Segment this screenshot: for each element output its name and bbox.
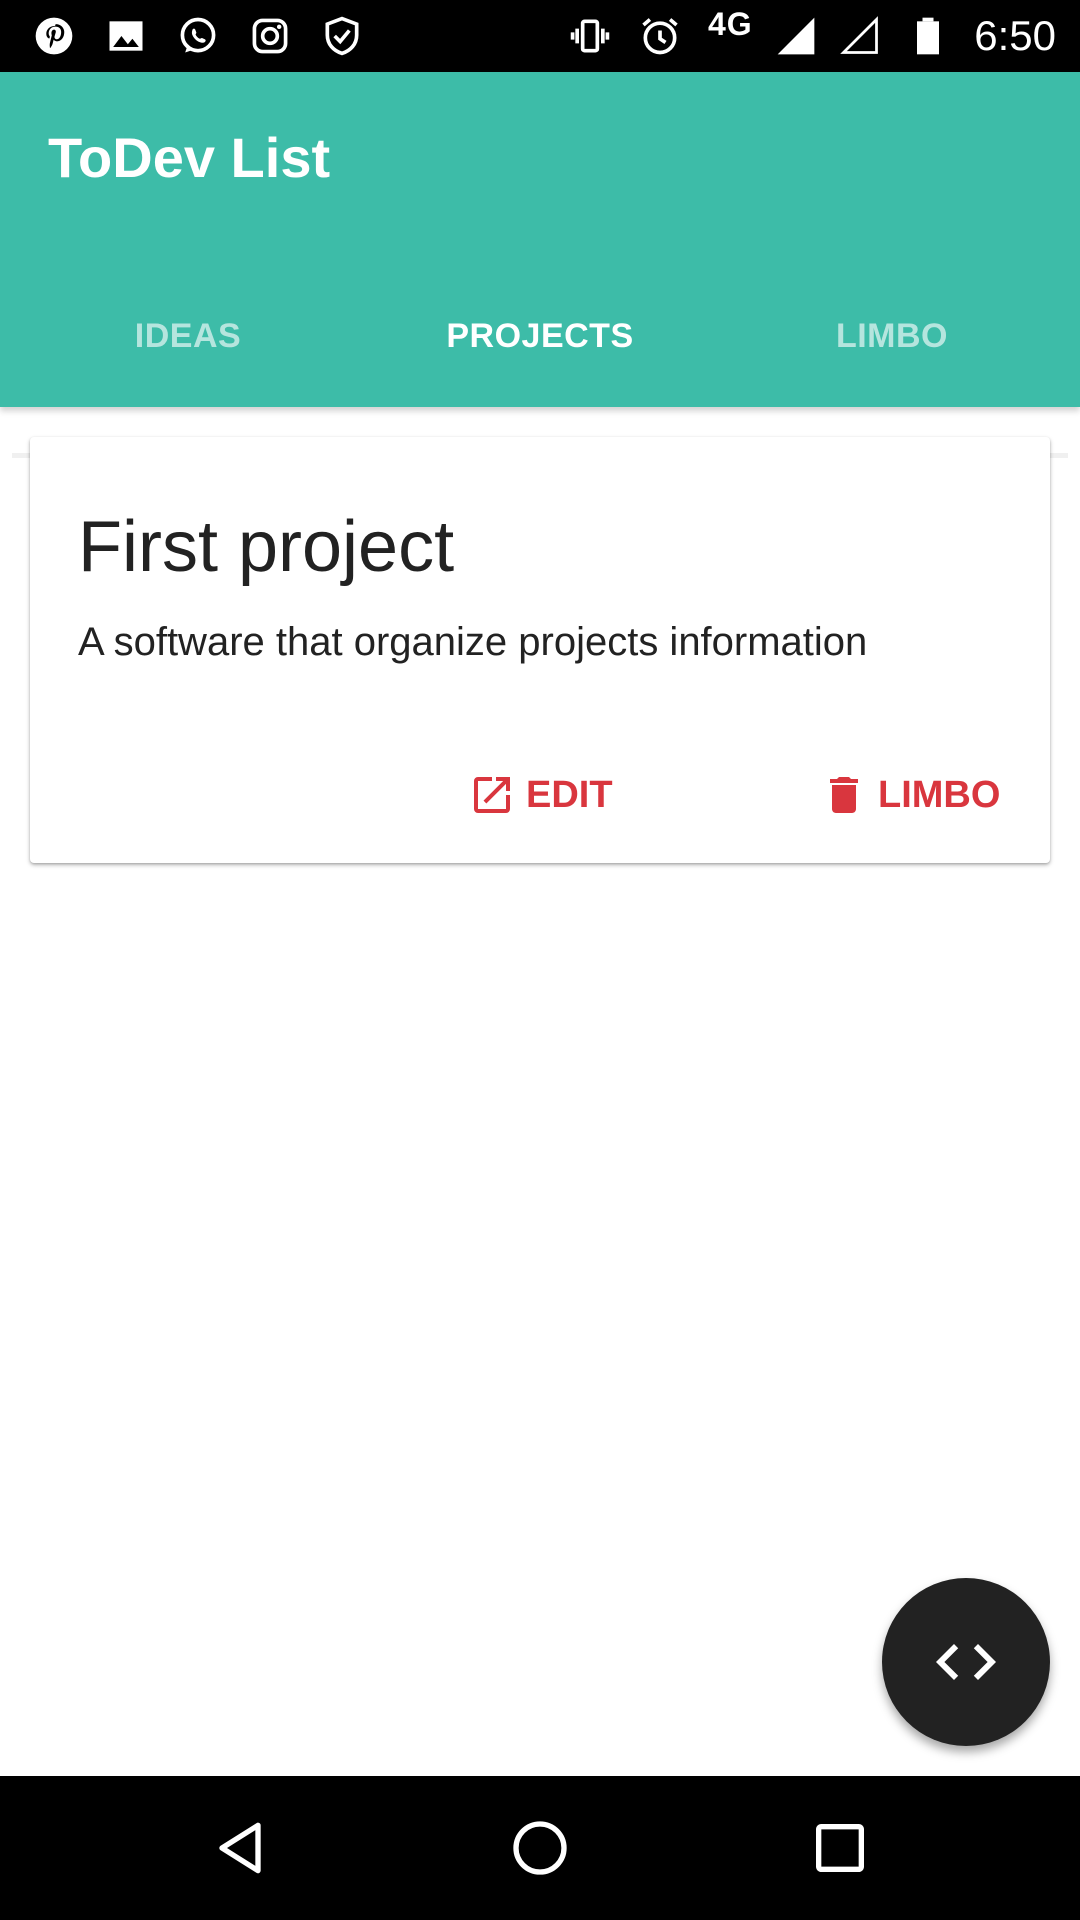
app-bar: ToDev List IDEAS PROJECTS LIMBO (0, 72, 1080, 458)
limbo-button[interactable]: LIMBO (820, 767, 1000, 823)
shield-check-icon (318, 12, 366, 60)
project-description: A software that organize projects inform… (78, 620, 868, 664)
signal-icon (772, 12, 820, 60)
whatsapp-icon (174, 12, 222, 60)
edit-button[interactable]: EDIT (468, 767, 613, 823)
pinterest-icon (30, 12, 78, 60)
open-in-new-icon (474, 777, 510, 813)
tab-projects[interactable]: PROJECTS (364, 287, 716, 385)
edit-button-label: EDIT (526, 773, 613, 816)
trash-icon (830, 777, 858, 813)
home-button[interactable] (504, 1812, 576, 1884)
battery-icon (904, 12, 952, 60)
recents-square-icon (816, 1824, 864, 1872)
tab-ideas[interactable]: IDEAS (12, 287, 364, 385)
project-card: First project A software that organize p… (30, 437, 1050, 863)
home-circle-icon (513, 1821, 567, 1875)
limbo-button-label: LIMBO (878, 773, 1001, 816)
vibrate-icon (566, 12, 614, 60)
gallery-icon (102, 12, 150, 60)
back-triangle-icon (219, 1822, 261, 1874)
fab-code-button[interactable] (882, 1578, 1050, 1746)
app-title: ToDev List (48, 126, 331, 189)
network-type: 4G (708, 6, 753, 42)
project-title: First project (78, 507, 455, 587)
code-icon (936, 1644, 996, 1680)
clock: 6:50 (974, 12, 1056, 59)
navigation-bar (0, 1776, 1080, 1920)
signal-empty-icon (836, 12, 884, 60)
alarm-icon (636, 12, 684, 60)
tab-limbo[interactable]: LIMBO (716, 287, 1068, 385)
back-button[interactable] (206, 1812, 278, 1884)
tab-bar: IDEAS PROJECTS LIMBO (12, 287, 1068, 458)
instagram-icon (246, 12, 294, 60)
status-bar: 4G 6:50 (0, 0, 1080, 72)
recents-button[interactable] (804, 1812, 876, 1884)
